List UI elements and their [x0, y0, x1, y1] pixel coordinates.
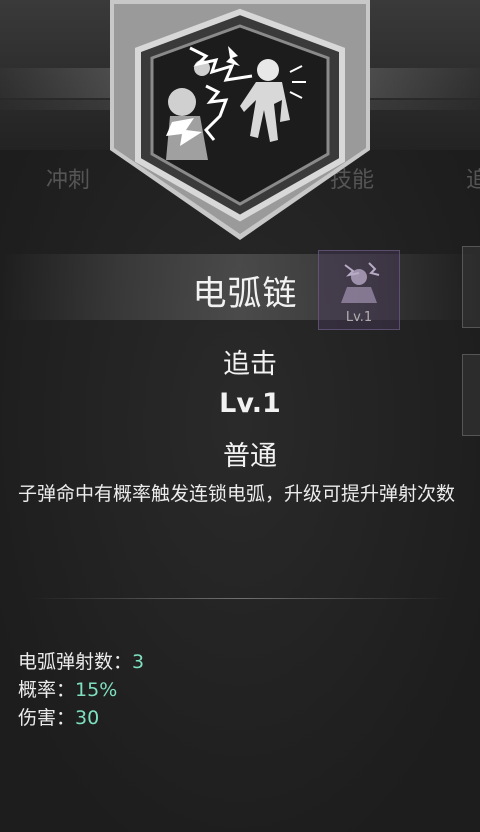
skill-thumbnail[interactable]: Lv.1	[318, 250, 400, 330]
stat-label: 伤害：	[18, 707, 76, 729]
stat-label: 概率：	[18, 679, 76, 701]
electric-zombie-badge-icon	[110, 0, 370, 240]
skill-rarity: 普通	[223, 441, 277, 472]
divider	[30, 598, 450, 599]
thumbnail-level: Lv.1	[345, 310, 373, 325]
stat-value: 3	[132, 651, 145, 673]
stats-list: 电弧弹射数：3 概率：15% 伤害：30	[18, 648, 144, 732]
stat-chance: 概率：15%	[18, 676, 144, 704]
stat-value: 30	[75, 707, 100, 729]
stat-value: 15%	[75, 679, 118, 701]
electric-zombie-thumbnail-icon	[341, 262, 380, 303]
skill-type: 追击	[223, 349, 277, 380]
stat-bounce: 电弧弹射数：3	[18, 648, 144, 676]
background-tab-chase: 追	[466, 168, 480, 193]
skill-description: 子弹命中有概率触发连锁电弧，升级可提升弹射次数	[18, 483, 456, 505]
stat-damage: 伤害：30	[18, 704, 144, 732]
skill-name: 电弧链	[192, 274, 298, 314]
skill-level: Lv.1	[219, 388, 281, 419]
background-tab-dash: 冲刺	[46, 168, 91, 193]
stat-label: 电弧弹射数：	[18, 651, 133, 673]
